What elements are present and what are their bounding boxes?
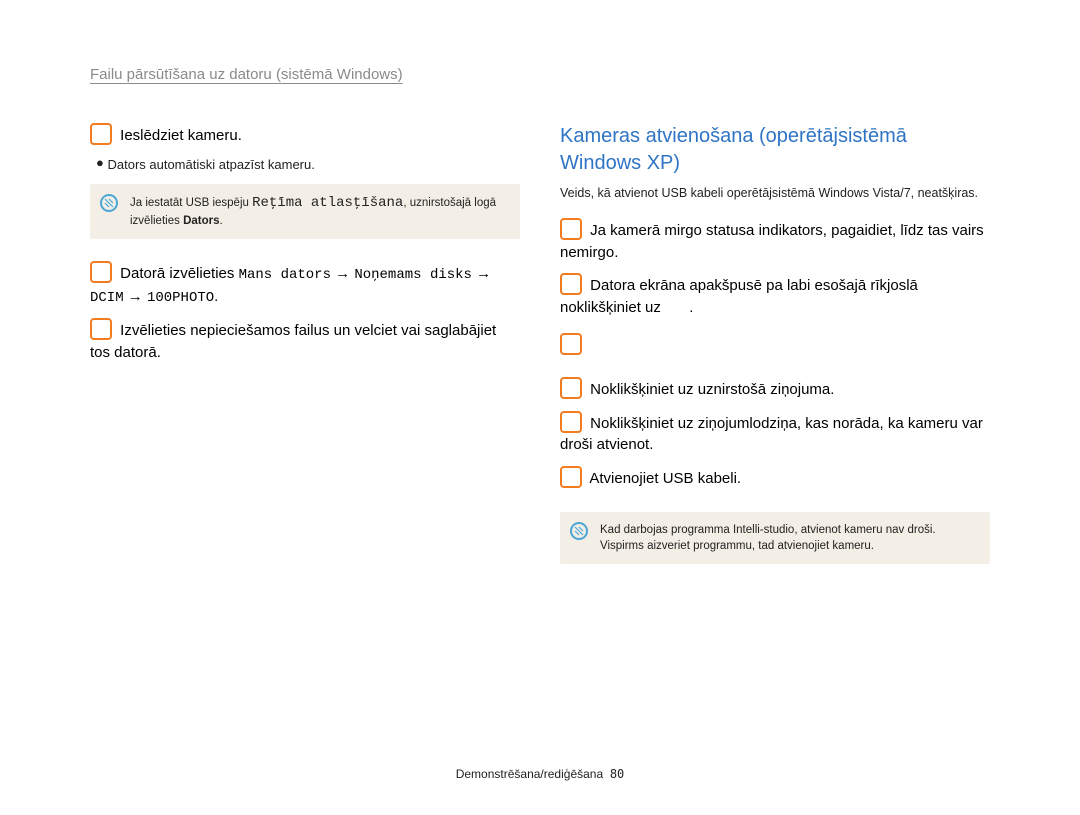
step-4-path1: Mans dators <box>239 267 331 283</box>
right-step-4: Noklikšķiniet uz ziņojumlodziņa, kas nor… <box>560 411 990 457</box>
right-column: Kameras atvienošana (operētājsistēmā Win… <box>560 123 990 586</box>
step-3-bullet: ● Dators automātiski atpazīst kameru. <box>96 157 520 172</box>
page-number: 80 <box>610 767 624 781</box>
note-icon <box>570 522 588 540</box>
step-number-icon <box>90 318 112 340</box>
content-columns: Ieslēdziet kameru. ● Dators automātiski … <box>90 123 990 586</box>
step-number-icon <box>560 377 582 399</box>
step-4-path2: Noņemams disks <box>354 267 472 283</box>
step-number-icon <box>560 273 582 295</box>
step-4-prefix: Datorā izvēlieties <box>120 265 238 282</box>
step-3-text: Ieslēdziet kameru. <box>120 127 242 144</box>
step-number-icon <box>560 466 582 488</box>
footer-label: Demonstrēšana/rediģēšana <box>456 767 603 781</box>
note-icon <box>100 194 118 212</box>
page: Failu pārsūtīšana uz datoru (sistēmā Win… <box>0 0 1080 815</box>
step-5: Izvēlieties nepieciešamos failus un velc… <box>90 318 520 364</box>
step-number-icon <box>560 218 582 240</box>
note2-line1: Kad darbojas programma Intelli-studio, a… <box>600 524 936 536</box>
right-step-2-text-b: . <box>689 299 693 316</box>
page-footer: Demonstrēšana/rediģēšana 80 <box>0 767 1080 781</box>
step-4-path4: 100PHOTO <box>147 290 214 306</box>
step-4-end: . <box>214 288 218 305</box>
note-box-2: Kad darbojas programma Intelli-studio, a… <box>560 512 990 564</box>
right-step-5: Atvienojiet USB kabeli. <box>560 466 990 490</box>
right-step-1: Ja kamerā mirgo statusa indikators, paga… <box>560 218 990 264</box>
right-subnote: Veids, kā atvienot USB kabeli operētājsi… <box>560 185 990 202</box>
step-4: Datorā izvēlieties Mans dators → Noņemam… <box>90 261 520 308</box>
right-step-5-text: Atvienojiet USB kabeli. <box>589 470 741 487</box>
arrow-icon: → <box>476 265 491 282</box>
step-3-bullet-text: Dators automātiski atpazīst kameru. <box>107 157 314 172</box>
step-number-icon <box>90 261 112 283</box>
right-step-2: Datora ekrāna apakšpusē pa labi esošajā … <box>560 273 990 319</box>
right-step-4-text: Noklikšķiniet uz ziņojumlodziņa, kas nor… <box>560 415 983 454</box>
arrow-icon: → <box>335 265 354 282</box>
step-5-text: Izvēlieties nepieciešamos failus un velc… <box>90 322 496 361</box>
arrow-icon: → <box>128 288 147 305</box>
step-4-path3: DCIM <box>90 290 124 306</box>
step-number-icon <box>560 411 582 433</box>
right-section-title: Kameras atvienošana (operētājsistēmā Win… <box>560 123 990 177</box>
step-3: Ieslēdziet kameru. <box>90 123 520 147</box>
note-box-1: Ja iestatāt USB iespēju Reţīma atlasţīša… <box>90 184 520 240</box>
bullet-dot-icon: ● <box>96 155 104 170</box>
tray-click-icon <box>560 333 582 355</box>
right-step-3: Noklikšķiniet uz uznirstošā ziņojuma. <box>560 377 990 401</box>
note1-end: . <box>220 215 223 227</box>
note1-mono: Reţīma atlasţīšana <box>252 195 403 211</box>
right-step-3-text: Noklikšķiniet uz uznirstošā ziņojuma. <box>590 381 834 398</box>
left-column: Ieslēdziet kameru. ● Dators automātiski … <box>90 123 520 586</box>
note2-line2: Vispirms aizveriet programmu, tad atvien… <box>600 540 874 552</box>
note1-bold: Dators <box>183 215 219 227</box>
step-2-illustration <box>560 333 990 355</box>
step-number-icon <box>90 123 112 145</box>
header-section-title: Failu pārsūtīšana uz datoru (sistēmā Win… <box>90 66 990 83</box>
right-step-2-text-a: Datora ekrāna apakšpusē pa labi esošajā … <box>560 277 918 316</box>
right-step-1-text: Ja kamerā mirgo statusa indikators, paga… <box>560 222 984 261</box>
note1-text-a: Ja iestatāt USB iespēju <box>130 197 252 209</box>
